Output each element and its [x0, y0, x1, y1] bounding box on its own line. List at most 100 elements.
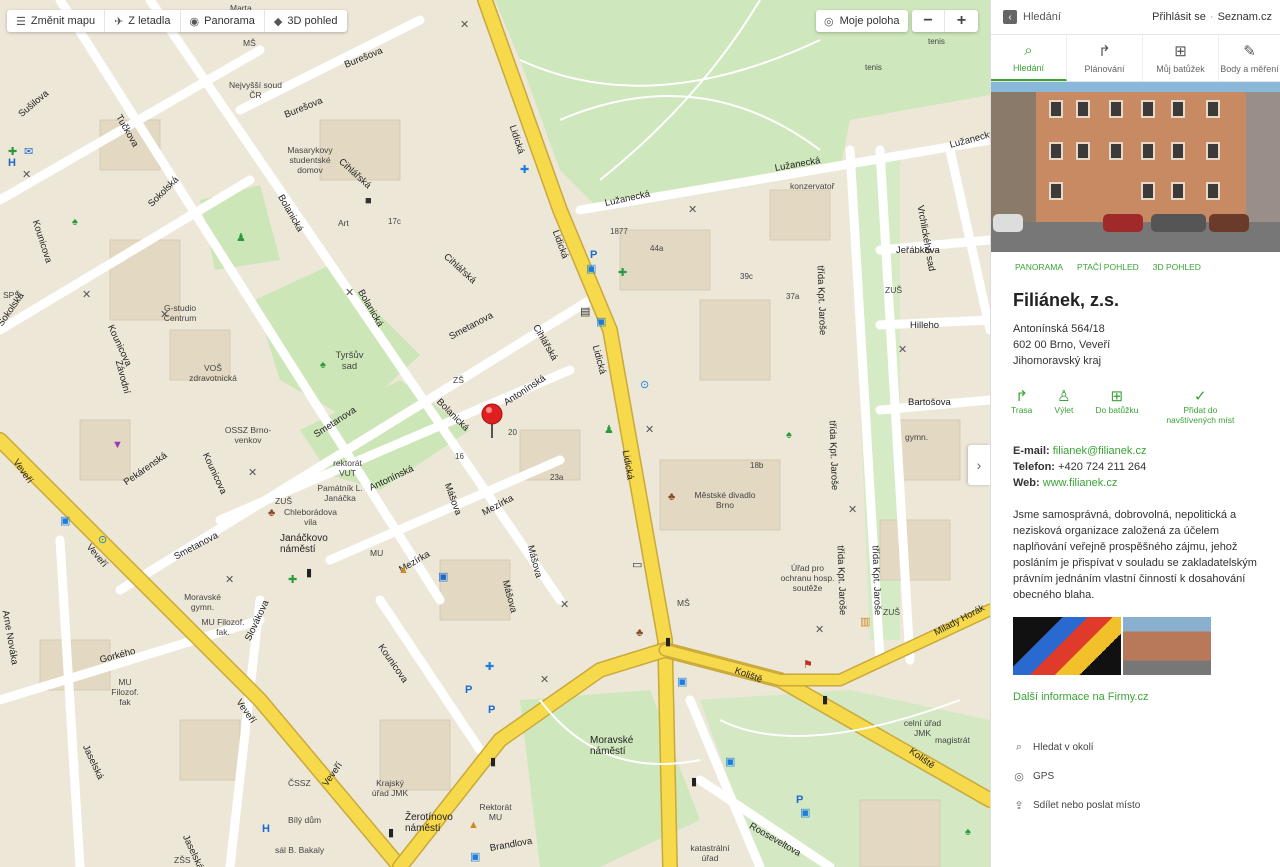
pharmacy-icon[interactable]: ✚: [288, 575, 297, 586]
my-location-button[interactable]: ◎ Moje poloha: [816, 10, 908, 32]
restaurant-icon[interactable]: ✕: [225, 575, 234, 586]
change-map-button[interactable]: ☰ Změnit mapu: [7, 10, 106, 32]
map-canvas[interactable]: Lidická Lidická Lidická Lidická Burešova…: [0, 0, 990, 867]
back-icon[interactable]: ‹: [1003, 10, 1017, 24]
eye-icon: ◉: [189, 15, 200, 28]
tram-stop-icon[interactable]: ▣: [596, 317, 606, 328]
restaurant-icon[interactable]: ✕: [848, 505, 857, 516]
parking-icon[interactable]: P: [465, 685, 472, 696]
mail-icon[interactable]: ✉: [24, 147, 33, 158]
collapse-panel-button[interactable]: ›: [968, 445, 990, 485]
restaurant-icon[interactable]: ✕: [645, 425, 654, 436]
gps-link[interactable]: ◎ GPS: [991, 762, 1280, 791]
restaurant-icon[interactable]: ✕: [248, 468, 257, 479]
playground-icon[interactable]: ♟: [604, 425, 614, 436]
museum-icon[interactable]: ♣: [268, 508, 275, 519]
seznam-link[interactable]: Seznam.cz: [1218, 11, 1272, 23]
playground-icon[interactable]: ♟: [236, 233, 246, 244]
tram-stop-icon[interactable]: ▣: [725, 757, 735, 768]
restaurant-icon[interactable]: ✕: [82, 290, 91, 301]
place-address: Antonínská 564/18 602 00 Brno, Veveří Ji…: [1013, 323, 1111, 367]
panorama-button[interactable]: ◉ Panorama: [181, 10, 265, 32]
restaurant-icon[interactable]: ✕: [460, 20, 469, 31]
parking-icon[interactable]: P: [796, 795, 803, 806]
pharmacy-icon[interactable]: ✚: [618, 268, 627, 279]
3d-view-link[interactable]: 3D POHLED: [1153, 262, 1201, 272]
restaurant-icon[interactable]: ✕: [898, 345, 907, 356]
search-nearby-link[interactable]: ⌕ Hledat v okolí: [991, 733, 1280, 762]
place-actions: ↱ Trasa ♙ Výlet ⊞ Do batůžku ✓ Přidat do…: [991, 369, 1280, 435]
tram-stop-icon[interactable]: ▣: [677, 677, 687, 688]
hospital-icon[interactable]: ✚: [485, 662, 494, 673]
label-house-number: 23a: [550, 473, 564, 482]
place-photo[interactable]: [991, 82, 1280, 252]
park-icon[interactable]: ♠: [72, 217, 78, 228]
info-icon[interactable]: ▭: [632, 560, 642, 571]
3d-view-button[interactable]: ◆ 3D pohled: [265, 10, 347, 32]
tram-stop-icon[interactable]: ▣: [586, 264, 596, 275]
tab-measure[interactable]: ✎ Body a měření: [1219, 35, 1280, 81]
bike-icon[interactable]: ⊙: [640, 380, 649, 391]
thumbnail-photo[interactable]: [1123, 617, 1211, 675]
panorama-link[interactable]: PANORAMA: [1015, 262, 1063, 272]
restaurant-icon[interactable]: ✕: [345, 288, 354, 299]
museum-icon[interactable]: ♣: [636, 628, 643, 639]
restaurant-icon[interactable]: ✕: [688, 205, 697, 216]
web-link[interactable]: www.filianek.cz: [1043, 477, 1118, 489]
flag-icon[interactable]: ⚑: [803, 660, 813, 671]
school-icon[interactable]: ▲: [398, 565, 409, 576]
birds-eye-link[interactable]: PTAČÍ POHLED: [1077, 262, 1139, 272]
park-icon[interactable]: ♠: [320, 360, 326, 371]
tab-planning[interactable]: ↱ Plánování: [1067, 35, 1143, 81]
add-visited-button[interactable]: ✓ Přidat do navštívených míst: [1160, 387, 1240, 425]
tab-search[interactable]: ⌕ Hledání: [991, 35, 1067, 81]
fuel-icon[interactable]: ▤: [580, 307, 590, 318]
hospital-icon[interactable]: ✚: [520, 165, 529, 176]
park-icon[interactable]: ♠: [965, 827, 971, 838]
tram-stop-icon[interactable]: ▣: [800, 808, 810, 819]
backpack-icon: ⊞: [1174, 43, 1187, 60]
pin-check-icon: ✓: [1194, 388, 1207, 405]
restaurant-icon[interactable]: ✕: [160, 310, 169, 321]
parking-icon[interactable]: P: [488, 705, 495, 716]
park-icon[interactable]: ♠: [786, 430, 792, 441]
tab-backpack[interactable]: ⊞ Můj batůžek: [1143, 35, 1219, 81]
label-house-number: 39c: [740, 272, 753, 281]
route-icon: ↱: [1098, 43, 1111, 60]
login-link[interactable]: Přihlásit se: [1152, 11, 1206, 23]
label-tyrsuv-sad: Tyršův sad: [335, 350, 364, 372]
aerial-button[interactable]: ✈ Z letadla: [105, 10, 181, 32]
label-vos: VOŠ zdravotnická: [189, 363, 237, 383]
school-icon[interactable]: ▲: [468, 820, 479, 831]
zoom-out-button[interactable]: −: [912, 10, 945, 32]
book-icon[interactable]: ▥: [860, 617, 870, 628]
back-link[interactable]: Hledání: [1023, 11, 1061, 23]
phone-number[interactable]: +420 724 211 264: [1058, 461, 1146, 473]
restaurant-icon[interactable]: ✕: [815, 625, 824, 636]
restaurant-icon[interactable]: ✕: [540, 675, 549, 686]
tram-stop-icon[interactable]: ▣: [60, 516, 70, 527]
thumbnail-photo[interactable]: [1013, 617, 1121, 675]
parking-icon[interactable]: ▣: [438, 572, 448, 583]
share-link[interactable]: ⇪ Sdílet nebo poslat místo: [991, 791, 1280, 820]
hotel-icon[interactable]: H: [8, 158, 16, 169]
restaurant-icon[interactable]: ✕: [560, 600, 569, 611]
restaurant-icon[interactable]: ✕: [22, 170, 31, 181]
cinema-icon[interactable]: ■: [365, 196, 372, 207]
add-to-backpack-button[interactable]: ⊞ Do batůžku: [1095, 387, 1138, 425]
route-button[interactable]: ↱ Trasa: [1011, 387, 1032, 425]
more-info-link[interactable]: Další informace na Firmy.cz: [991, 675, 1280, 703]
label-masarykovy-koleje: Masarykovy studentské domov: [287, 145, 333, 175]
bike-icon[interactable]: ⊙: [98, 535, 107, 546]
hotel-icon[interactable]: H: [262, 824, 270, 835]
traffic-light-icon: ▮: [306, 567, 313, 579]
parking-icon[interactable]: P: [590, 250, 597, 261]
trip-button[interactable]: ♙ Výlet: [1054, 387, 1073, 425]
email-link[interactable]: filianek@filianek.cz: [1053, 445, 1147, 457]
theatre-icon[interactable]: ♣: [668, 492, 675, 503]
zoom-in-button[interactable]: +: [945, 10, 978, 32]
shop-icon[interactable]: ▼: [112, 440, 123, 451]
search-icon: ⌕: [1024, 41, 1033, 59]
tram-stop-icon[interactable]: ▣: [470, 852, 480, 863]
airplane-icon: ✈: [114, 15, 124, 28]
